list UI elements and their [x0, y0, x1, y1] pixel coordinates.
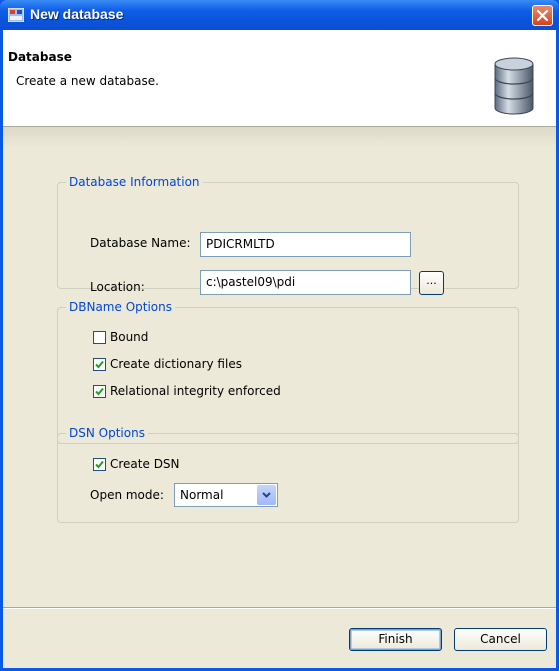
location-label: Location:	[90, 280, 145, 294]
create-dictionary-files-checkbox[interactable]	[93, 358, 106, 371]
group-legend: DSN Options	[66, 426, 148, 440]
browse-button[interactable]: ...	[419, 271, 444, 295]
banner-shadow	[3, 127, 556, 147]
window-title: New database	[30, 6, 124, 22]
title-bar[interactable]: New database	[0, 0, 559, 30]
dsn-options-group: DSN Options	[57, 426, 519, 523]
open-mode-label: Open mode:	[90, 488, 164, 502]
finish-button-label: Finish	[378, 632, 413, 646]
open-mode-value: Normal	[180, 488, 224, 502]
dbname-options-group: DBName Options	[57, 300, 519, 444]
create-dictionary-files-label: Create dictionary files	[110, 357, 242, 371]
open-mode-select[interactable]: Normal	[174, 483, 278, 507]
location-input[interactable]: c:\pastel09\pdi	[200, 270, 411, 295]
dialog-client-area: Database Create a new database. Database…	[3, 30, 556, 668]
open-mode-dropdown-button[interactable]	[257, 485, 276, 505]
close-button[interactable]	[532, 5, 553, 26]
relational-integrity-checkbox[interactable]	[93, 385, 106, 398]
app-icon	[8, 8, 24, 22]
bound-label: Bound	[110, 330, 149, 344]
banner-subtitle: Create a new database.	[16, 74, 159, 88]
group-legend: Database Information	[66, 175, 203, 189]
group-legend: DBName Options	[66, 300, 175, 314]
checkmark-icon	[95, 360, 104, 369]
create-dsn-label: Create DSN	[110, 457, 180, 471]
create-dsn-checkbox[interactable]	[93, 458, 106, 471]
chevron-down-icon	[262, 492, 271, 498]
dialog-window: New database Database Create a new datab…	[0, 0, 559, 671]
cancel-button[interactable]: Cancel	[454, 628, 547, 651]
banner-title: Database	[8, 50, 72, 64]
checkmark-icon	[95, 387, 104, 396]
database-name-label: Database Name:	[90, 236, 191, 250]
relational-integrity-label: Relational integrity enforced	[110, 384, 281, 398]
checkmark-icon	[95, 460, 104, 469]
footer-separator	[3, 607, 556, 609]
database-icon	[494, 57, 534, 115]
bound-checkbox[interactable]	[93, 331, 106, 344]
database-name-input[interactable]: PDICRMLTD	[200, 232, 411, 257]
cancel-button-label: Cancel	[480, 632, 521, 646]
header-banner: Database Create a new database.	[3, 30, 556, 127]
close-icon	[536, 9, 549, 22]
finish-button[interactable]: Finish	[349, 628, 442, 651]
